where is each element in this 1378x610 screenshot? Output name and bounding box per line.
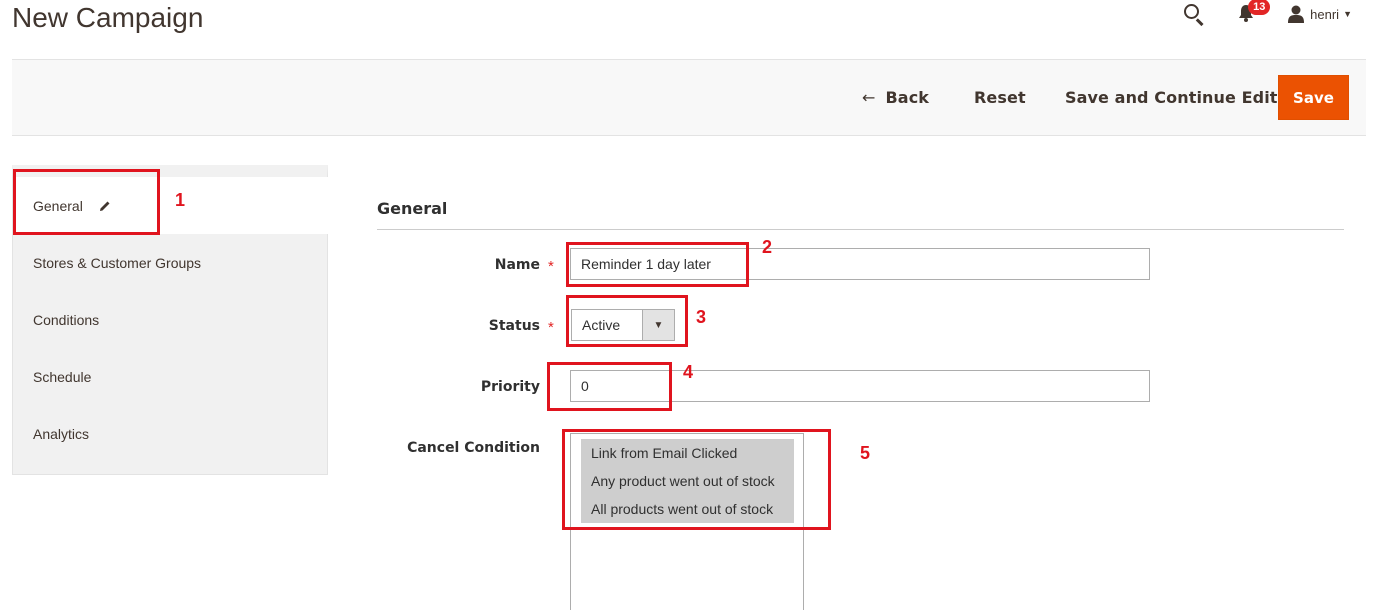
pencil-icon: [99, 201, 110, 211]
tab-schedule[interactable]: Schedule: [13, 348, 327, 405]
multiselect-option[interactable]: All products went out of stock: [581, 495, 794, 523]
tab-label: Stores & Customer Groups: [33, 254, 202, 271]
section-divider: [377, 229, 1344, 230]
name-input[interactable]: [570, 248, 1150, 280]
tab-analytics[interactable]: Analytics: [13, 405, 327, 462]
user-name: henri: [1310, 6, 1340, 22]
page-title: New Campaign: [12, 2, 204, 33]
tab-stores-customer-groups[interactable]: Stores & Customer Groups: [13, 234, 327, 291]
tab-label: Conditions: [33, 311, 100, 328]
notification-count-badge: 13: [1248, 0, 1271, 15]
back-label: Back: [885, 88, 930, 107]
section-title: General: [377, 199, 448, 218]
tab-label: General: [33, 197, 83, 214]
priority-input[interactable]: [570, 370, 1150, 402]
required-marker: *: [548, 319, 554, 336]
notifications-button[interactable]: 13: [1238, 0, 1271, 26]
user-icon: [1288, 5, 1305, 23]
status-label: Status: [488, 318, 540, 334]
name-label: Name: [494, 257, 540, 273]
arrow-left-icon: ←: [862, 88, 876, 107]
priority-label: Priority: [480, 379, 540, 395]
status-value: Active: [582, 317, 621, 333]
save-button[interactable]: Save: [1278, 75, 1349, 120]
annotation-number: 1: [175, 190, 186, 210]
chevron-down-icon: ▼: [1343, 9, 1352, 19]
required-marker: *: [548, 258, 554, 275]
cancel-condition-multiselect[interactable]: Link from Email Clicked Any product went…: [570, 433, 804, 610]
annotation-number: 3: [696, 307, 707, 327]
sidebar-tabs: General Stores & Customer Groups Conditi…: [12, 165, 329, 475]
save-and-continue-button[interactable]: Save and Continue Edit: [1065, 88, 1278, 107]
tab-label: Analytics: [33, 425, 90, 442]
cancel-condition-label: Cancel Condition: [407, 440, 540, 456]
search-icon[interactable]: [1182, 2, 1206, 26]
annotation-number: 4: [683, 362, 694, 382]
multiselect-option[interactable]: Link from Email Clicked: [581, 439, 794, 467]
tab-label: Schedule: [33, 368, 92, 385]
tab-general[interactable]: General: [13, 177, 329, 234]
tab-conditions[interactable]: Conditions: [13, 291, 327, 348]
page-actions-bar: ← Back Reset Save and Continue Edit Save: [12, 59, 1366, 136]
user-menu[interactable]: henri ▼: [1288, 5, 1352, 23]
reset-button[interactable]: Reset: [974, 88, 1026, 107]
annotation-number: 2: [762, 237, 773, 257]
header-actions: 13 henri ▼: [1182, 0, 1352, 28]
chevron-down-icon: ▼: [642, 310, 674, 340]
status-select[interactable]: Active ▼: [571, 309, 675, 341]
back-button[interactable]: ← Back: [862, 88, 929, 107]
annotation-number: 5: [860, 443, 871, 463]
multiselect-option[interactable]: Any product went out of stock: [581, 467, 794, 495]
